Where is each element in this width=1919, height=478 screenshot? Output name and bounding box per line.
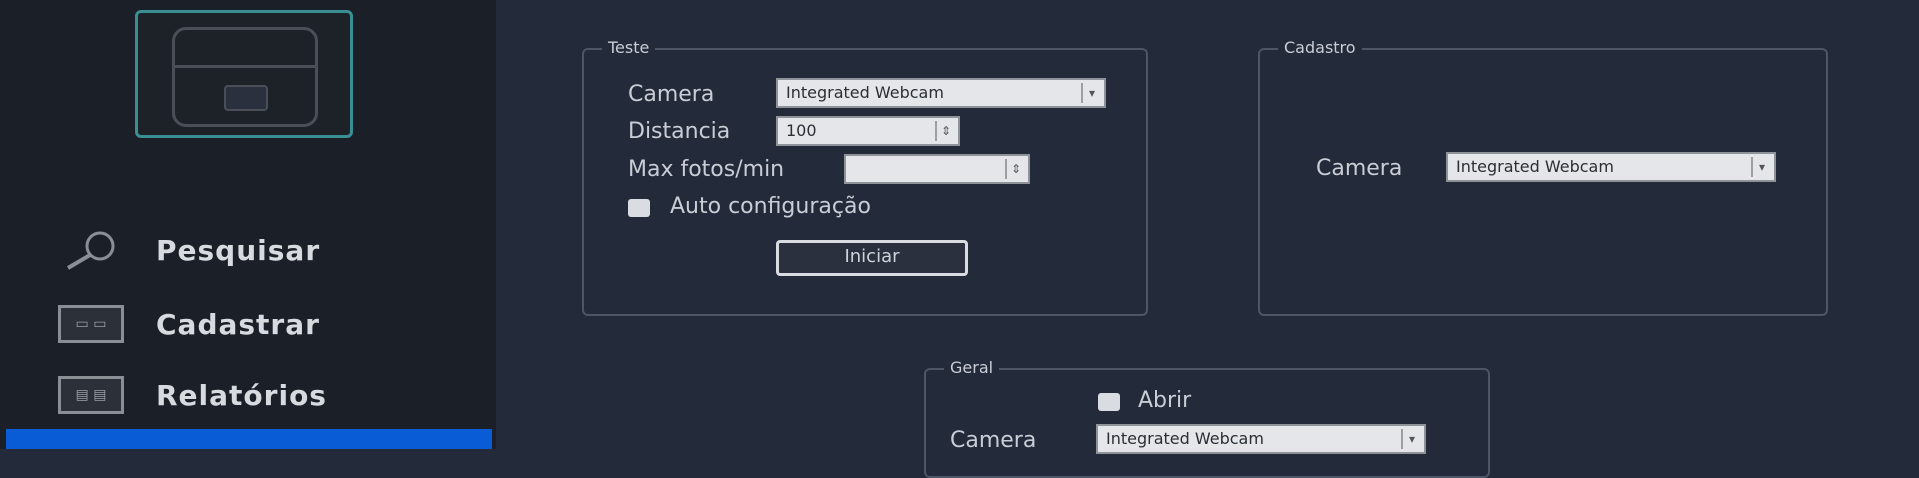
geral-title: Geral xyxy=(944,358,1000,377)
geral-group: Geral Abrir Camera Integrated Webcam ▾ xyxy=(924,358,1490,478)
reports-icon: ▤ ▤ xyxy=(58,375,124,415)
geral-camera-select[interactable]: Integrated Webcam ▾ xyxy=(1096,424,1426,454)
distancia-spinner[interactable]: 100 ⇕ xyxy=(776,116,960,146)
chevron-down-icon: ▾ xyxy=(1081,83,1101,103)
spinner-arrows-icon: ⇕ xyxy=(935,121,955,141)
sidebar-item-label: Relatórios xyxy=(156,378,327,412)
teste-title: Teste xyxy=(602,38,656,57)
sidebar: Pesquisar ▭ ▭ Cadastrar ▤ ▤ Relatórios xyxy=(0,0,496,449)
camera-label: Camera xyxy=(628,82,715,107)
camera-select-value: Integrated Webcam xyxy=(786,83,944,102)
teste-group: Teste Camera Integrated Webcam ▾ Distanc… xyxy=(582,38,1148,316)
sidebar-item-label: Pesquisar xyxy=(156,233,321,267)
cadastro-title: Cadastro xyxy=(1278,38,1362,57)
chevron-down-icon: ▾ xyxy=(1401,429,1421,449)
camera-select[interactable]: Integrated Webcam ▾ xyxy=(776,78,1106,108)
iniciar-button[interactable]: Iniciar xyxy=(776,240,968,276)
camera-label: Camera xyxy=(1316,156,1403,181)
max-fotos-spinner[interactable]: ⇕ xyxy=(844,154,1030,184)
camera-label: Camera xyxy=(950,428,1037,453)
max-fotos-label: Max fotos/min xyxy=(628,157,785,182)
sidebar-item-relatorios[interactable]: ▤ ▤ Relatórios xyxy=(58,373,458,417)
search-icon xyxy=(58,230,124,270)
cadastro-camera-select[interactable]: Integrated Webcam ▾ xyxy=(1446,152,1776,182)
register-icon: ▭ ▭ xyxy=(58,304,124,344)
sidebar-item-pesquisar[interactable]: Pesquisar xyxy=(58,228,458,272)
device-icon xyxy=(135,10,353,138)
abrir-label: Abrir xyxy=(1138,388,1192,413)
cadastro-group: Cadastro Camera Integrated Webcam ▾ xyxy=(1258,38,1828,316)
distancia-label: Distancia xyxy=(628,119,731,144)
auto-config-label: Auto configuração xyxy=(670,194,871,219)
spinner-arrows-icon: ⇕ xyxy=(1005,159,1025,179)
chevron-down-icon: ▾ xyxy=(1751,157,1771,177)
active-nav-indicator[interactable] xyxy=(6,429,492,449)
sidebar-item-label: Cadastrar xyxy=(156,307,320,341)
sidebar-item-cadastrar[interactable]: ▭ ▭ Cadastrar xyxy=(58,302,458,346)
abrir-checkbox[interactable] xyxy=(1098,393,1120,411)
camera-select-value: Integrated Webcam xyxy=(1456,157,1614,176)
camera-select-value: Integrated Webcam xyxy=(1106,429,1264,448)
distancia-value: 100 xyxy=(786,121,817,140)
auto-config-checkbox[interactable] xyxy=(628,199,650,217)
